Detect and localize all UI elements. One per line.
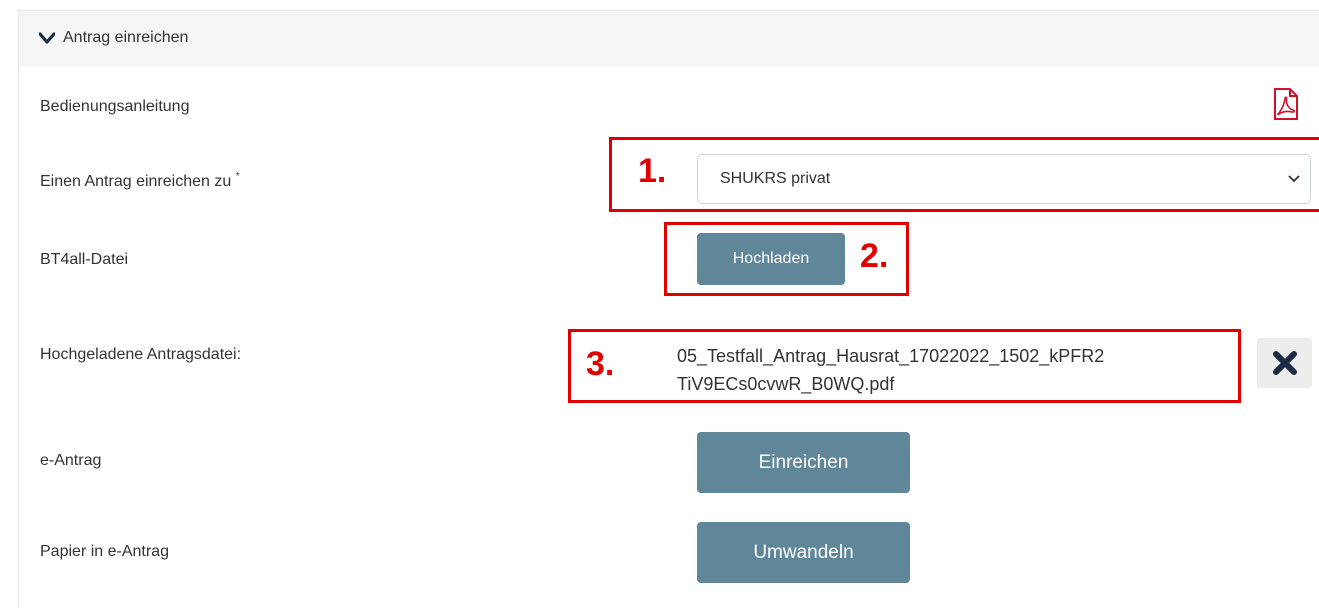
submit-button[interactable]: Einreichen	[697, 432, 910, 493]
file-label: BT4all-Datei	[40, 251, 129, 268]
panel-header[interactable]: Antrag einreichen	[19, 11, 1319, 66]
annotation-number-1: 1.	[638, 152, 667, 190]
panel-title: Antrag einreichen	[63, 29, 189, 46]
eantrag-label: e-Antrag	[40, 452, 102, 469]
paper-label: Papier in e-Antrag	[40, 543, 169, 560]
close-icon	[1272, 351, 1297, 375]
required-marker: *	[235, 171, 240, 182]
annotation-box-1	[609, 137, 1319, 212]
submit-to-label-text: Einen Antrag einreichen zu	[40, 173, 232, 190]
pdf-icon[interactable]	[1273, 87, 1299, 121]
uploaded-file-label: Hochgeladene Antragsdateі:	[40, 346, 242, 363]
submit-application-panel: Antrag einreichen	[18, 10, 1319, 608]
annotation-number-3: 3.	[586, 345, 615, 383]
manual-label: Bedienungsanleitung	[40, 98, 190, 115]
submit-to-label: Einen Antrag einreichen zu *	[40, 171, 240, 191]
delete-file-button[interactable]	[1257, 338, 1312, 388]
annotation-number-2: 2.	[860, 237, 889, 275]
chevron-down-icon	[39, 32, 55, 44]
convert-button[interactable]: Umwandeln	[697, 522, 910, 583]
annotation-box-3	[568, 329, 1241, 403]
